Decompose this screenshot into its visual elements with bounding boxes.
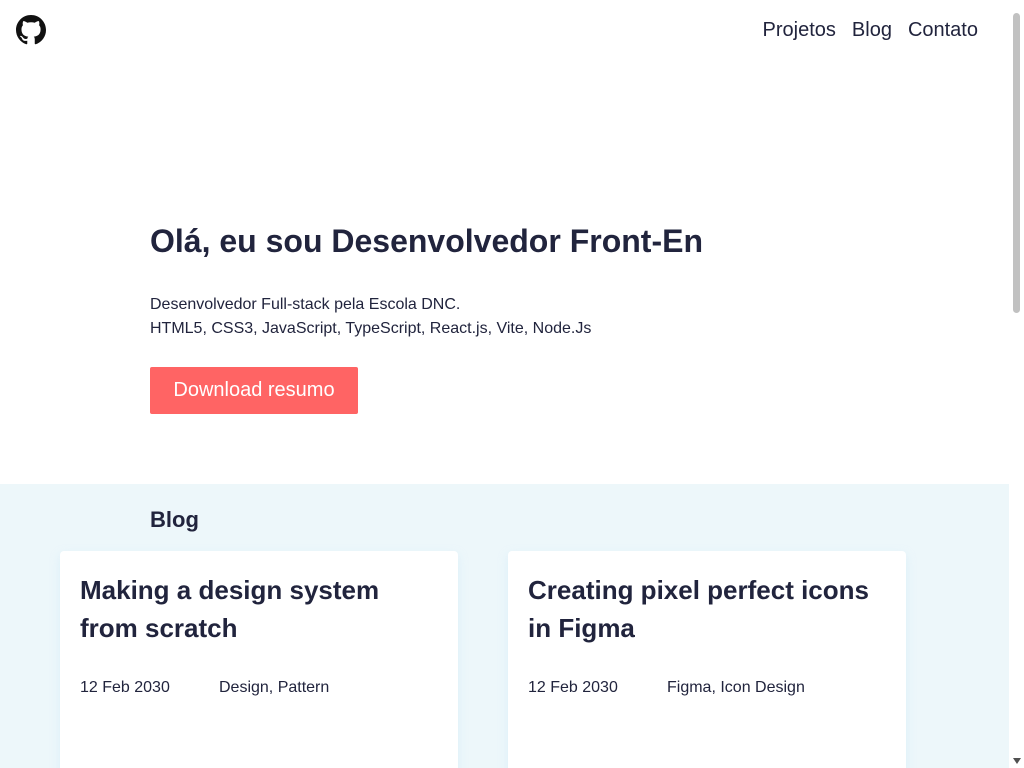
page: Projetos Blog Contato Olá, eu sou Desenv… bbox=[0, 0, 1009, 768]
blog-card-date: 12 Feb 2030 bbox=[80, 679, 170, 696]
nav-link-projetos[interactable]: Projetos bbox=[763, 18, 836, 42]
main-nav: Projetos Blog Contato bbox=[763, 18, 978, 42]
download-resume-button[interactable]: Download resumo bbox=[150, 367, 358, 414]
site-header: Projetos Blog Contato bbox=[0, 0, 1009, 62]
chevron-down-icon bbox=[1012, 757, 1021, 764]
hero-desc-line-2: HTML5, CSS3, JavaScript, TypeScript, Rea… bbox=[150, 320, 592, 337]
blog-card-meta: 12 Feb 2030 Figma, Icon Design bbox=[528, 676, 805, 700]
blog-card-title[interactable]: Making a design system from scratch bbox=[80, 571, 438, 647]
blog-card-tags: Figma, Icon Design bbox=[667, 679, 805, 696]
blog-card-tags: Design, Pattern bbox=[219, 679, 330, 696]
nav-link-blog[interactable]: Blog bbox=[852, 18, 892, 42]
nav-link-contato[interactable]: Contato bbox=[908, 18, 978, 42]
blog-card-meta: 12 Feb 2030 Design, Pattern bbox=[80, 676, 329, 700]
hero-desc-line-1: Desenvolvedor Full-stack pela Escola DNC… bbox=[150, 296, 461, 313]
scroll-down-arrow[interactable] bbox=[1009, 753, 1024, 768]
hero-description: Desenvolvedor Full-stack pela Escola DNC… bbox=[150, 293, 870, 341]
blog-card[interactable]: Making a design system from scratch 12 F… bbox=[60, 551, 458, 768]
hero-title: Olá, eu sou Desenvolvedor Front-En bbox=[150, 223, 703, 259]
github-link[interactable] bbox=[16, 15, 46, 45]
github-icon bbox=[16, 15, 46, 45]
scrollbar-thumb[interactable] bbox=[1013, 13, 1020, 313]
blog-card-date: 12 Feb 2030 bbox=[528, 679, 618, 696]
hero-section: Olá, eu sou Desenvolvedor Front-En Desen… bbox=[150, 220, 870, 414]
blog-section: Blog Making a design system from scratch… bbox=[0, 484, 1009, 768]
page-scrollbar[interactable] bbox=[1009, 0, 1024, 768]
blog-heading: Blog bbox=[150, 507, 199, 532]
blog-card[interactable]: Creating pixel perfect icons in Figma 12… bbox=[508, 551, 906, 768]
blog-card-title[interactable]: Creating pixel perfect icons in Figma bbox=[528, 571, 886, 647]
